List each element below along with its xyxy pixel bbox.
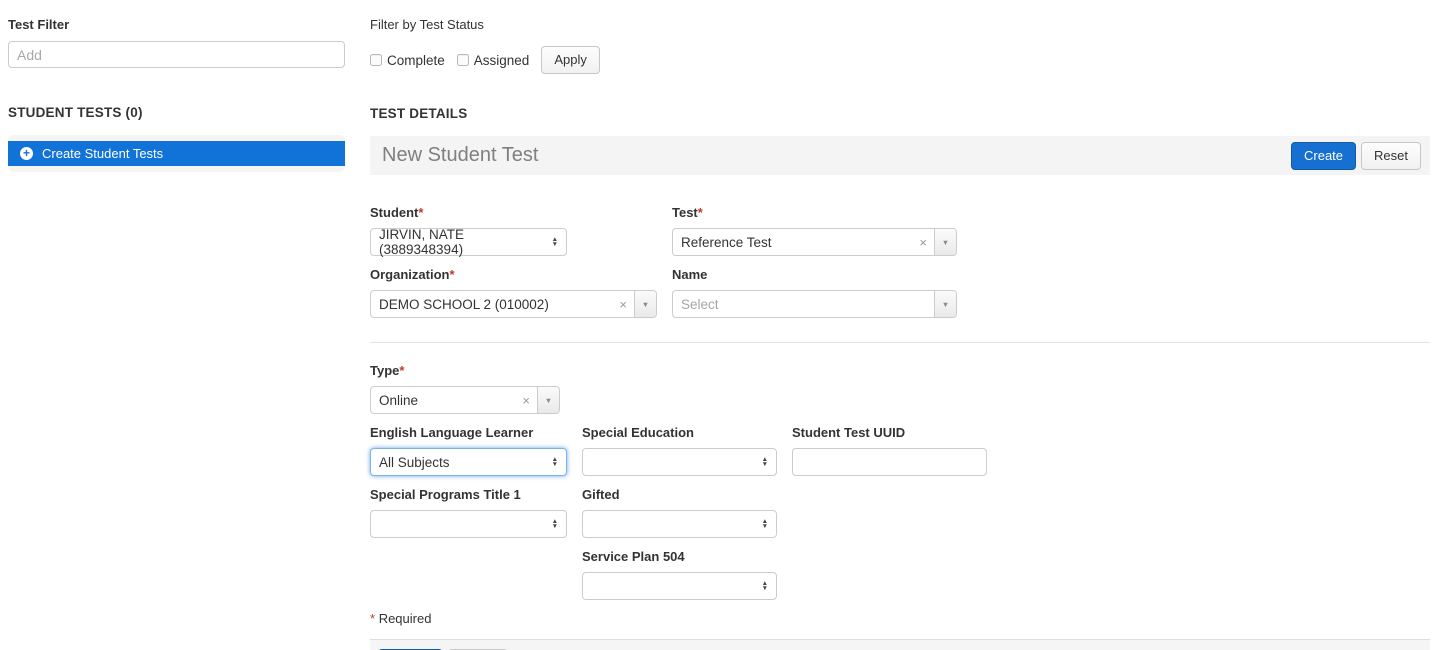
new-student-test-panel-header: New Student Test Create Reset — [370, 136, 1430, 175]
student-field: Student* JIRVIN, NATE (3889348394) ▲▼ — [370, 205, 672, 256]
select-spinner-icon: ▲▼ — [552, 519, 558, 529]
select-spinner-icon: ▲▼ — [762, 457, 768, 467]
special-education-field: Special Education ▲▼ — [582, 425, 792, 476]
test-filter-label: Test Filter — [8, 17, 345, 32]
required-note: * Required — [370, 611, 1430, 626]
organization-label: Organization* — [370, 267, 672, 282]
student-tests-header: STUDENT TESTS (0) — [8, 105, 345, 120]
select-spinner-icon: ▲▼ — [762, 581, 768, 591]
test-filter-input[interactable] — [8, 41, 345, 68]
ell-label: English Language Learner — [370, 425, 582, 440]
panel-header-actions: Create Reset — [1291, 142, 1421, 170]
organization-combobox[interactable]: DEMO SCHOOL 2 (010002) × ▼ — [370, 290, 657, 318]
student-tests-list: + Create Student Tests — [8, 135, 345, 172]
apply-button[interactable]: Apply — [541, 46, 600, 74]
filter-status-label: Filter by Test Status — [370, 17, 1430, 32]
assigned-checkbox[interactable] — [457, 54, 469, 66]
ell-select-value: All Subjects — [379, 455, 450, 470]
type-label: Type* — [370, 363, 560, 378]
create-student-tests-item[interactable]: + Create Student Tests — [8, 141, 345, 166]
dropdown-arrow-icon[interactable]: ▼ — [934, 229, 956, 255]
required-star: * — [449, 267, 454, 282]
form-footer: Create Reset — [370, 639, 1430, 650]
select-spinner-icon: ▲▼ — [552, 457, 558, 467]
student-test-uuid-input[interactable] — [792, 448, 987, 476]
page: Test Filter STUDENT TESTS (0) + Create S… — [0, 0, 1437, 650]
select-spinner-icon: ▲▼ — [762, 519, 768, 529]
complete-checkbox-label: Complete — [387, 53, 445, 68]
student-test-uuid-label: Student Test UUID — [792, 425, 987, 440]
required-star: * — [418, 205, 423, 220]
clear-icon[interactable]: × — [515, 387, 537, 413]
special-education-select[interactable]: ▲▼ — [582, 448, 777, 476]
filter-status-row: Complete Assigned Apply — [370, 46, 1430, 74]
clear-icon[interactable]: × — [612, 291, 634, 317]
special-programs-select[interactable]: ▲▼ — [370, 510, 567, 538]
name-combobox[interactable]: Select ▼ — [672, 290, 957, 318]
organization-field: Organization* DEMO SCHOOL 2 (010002) × ▼ — [370, 267, 672, 318]
dropdown-arrow-icon[interactable]: ▼ — [634, 291, 656, 317]
name-combobox-placeholder: Select — [673, 291, 934, 317]
panel-title: New Student Test — [382, 144, 1291, 167]
test-combobox[interactable]: Reference Test × ▼ — [672, 228, 957, 256]
select-spinner-icon: ▲▼ — [552, 237, 558, 247]
type-field: Type* Online × ▼ — [370, 363, 560, 414]
student-select-value: JIRVIN, NATE (3889348394) — [379, 227, 544, 257]
gifted-select[interactable]: ▲▼ — [582, 510, 777, 538]
required-star: * — [399, 363, 404, 378]
test-label: Test* — [672, 205, 957, 220]
create-student-tests-label: Create Student Tests — [42, 146, 163, 161]
test-details-header: TEST DETAILS — [370, 106, 1430, 121]
required-star: * — [370, 611, 375, 626]
special-programs-field: Special Programs Title 1 ▲▼ — [370, 487, 582, 538]
main-content: Filter by Test Status Complete Assigned … — [370, 17, 1430, 650]
service-plan-select[interactable]: ▲▼ — [582, 572, 777, 600]
reset-button-top[interactable]: Reset — [1361, 142, 1421, 170]
special-education-label: Special Education — [582, 425, 792, 440]
complete-checkbox[interactable] — [370, 54, 382, 66]
clear-icon[interactable]: × — [912, 229, 934, 255]
test-field: Test* Reference Test × ▼ — [672, 205, 957, 256]
service-plan-field: Service Plan 504 ▲▼ — [582, 549, 777, 600]
assigned-checkbox-label: Assigned — [474, 53, 530, 68]
gifted-label: Gifted — [582, 487, 777, 502]
dropdown-arrow-icon[interactable]: ▼ — [537, 387, 559, 413]
student-test-uuid-field: Student Test UUID — [792, 425, 987, 476]
student-label: Student* — [370, 205, 672, 220]
plus-circle-icon: + — [20, 147, 33, 160]
test-combobox-value: Reference Test — [673, 229, 912, 255]
student-select[interactable]: JIRVIN, NATE (3889348394) ▲▼ — [370, 228, 567, 256]
service-plan-label: Service Plan 504 — [582, 549, 777, 564]
required-star: * — [698, 205, 703, 220]
student-test-form: Student* JIRVIN, NATE (3889348394) ▲▼ Te… — [370, 205, 1430, 626]
name-field: Name Select ▼ — [672, 267, 957, 318]
create-button-top[interactable]: Create — [1291, 142, 1356, 170]
ell-field: English Language Learner All Subjects ▲▼ — [370, 425, 582, 476]
gifted-field: Gifted ▲▼ — [582, 487, 777, 538]
ell-select[interactable]: All Subjects ▲▼ — [370, 448, 567, 476]
type-combobox[interactable]: Online × ▼ — [370, 386, 560, 414]
name-label: Name — [672, 267, 957, 282]
special-programs-label: Special Programs Title 1 — [370, 487, 582, 502]
form-divider — [370, 342, 1430, 343]
dropdown-arrow-icon[interactable]: ▼ — [934, 291, 956, 317]
type-combobox-value: Online — [371, 387, 515, 413]
organization-combobox-value: DEMO SCHOOL 2 (010002) — [371, 291, 612, 317]
sidebar: Test Filter STUDENT TESTS (0) + Create S… — [0, 17, 345, 650]
